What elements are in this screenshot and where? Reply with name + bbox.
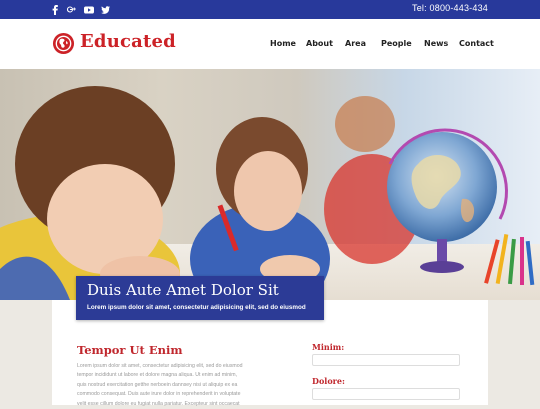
body-paragraph: Lorem ipsum dolor sit amet, consectetur … bbox=[77, 362, 277, 409]
nav-area[interactable]: Area bbox=[345, 39, 366, 48]
site-header: Educated Home About Area People News Con… bbox=[0, 19, 540, 69]
globe-logo-icon[interactable] bbox=[52, 32, 75, 55]
hero-image bbox=[0, 69, 540, 300]
site-logo-text[interactable]: Educated bbox=[80, 31, 176, 52]
dolore-input[interactable] bbox=[312, 388, 460, 400]
nav-about[interactable]: About bbox=[306, 39, 333, 48]
body-line: velit esse cillum dolore eu fugiat nulla… bbox=[77, 400, 240, 407]
nav-people[interactable]: People bbox=[381, 39, 412, 48]
body-line: commodo consequat. Duis aute irure dolor… bbox=[77, 391, 241, 398]
facebook-icon[interactable] bbox=[52, 4, 58, 15]
twitter-icon[interactable] bbox=[101, 4, 110, 15]
body-line: tempor incididunt ut labore et dolore ma… bbox=[77, 372, 238, 379]
top-bar: Tel: 0800-443-434 bbox=[0, 0, 540, 19]
nav-contact[interactable]: Contact bbox=[459, 39, 494, 48]
section-title: Tempor Ut Enim bbox=[77, 343, 183, 357]
minim-input[interactable] bbox=[312, 354, 460, 366]
hero-caption-title: Duis Aute Amet Dolor Sit bbox=[87, 281, 279, 299]
hero-caption-subtitle: Lorem ipsum dolor sit amet, consectetur … bbox=[87, 304, 306, 311]
body-line: Lorem ipsum dolor sit amet, consectetur … bbox=[77, 363, 243, 369]
hero-illustration bbox=[0, 86, 540, 300]
youtube-icon[interactable] bbox=[84, 4, 94, 15]
hero-caption-box: Duis Aute Amet Dolor Sit Lorem ipsum dol… bbox=[76, 276, 324, 320]
body-line: quis nostrud exercitation getthe nerboei… bbox=[77, 381, 238, 388]
minim-label: Minim: bbox=[312, 342, 345, 352]
dolore-label: Dolore: bbox=[312, 376, 345, 386]
google-plus-icon[interactable] bbox=[67, 4, 76, 15]
nav-news[interactable]: News bbox=[424, 39, 448, 48]
phone-number: Tel: 0800-443-434 bbox=[412, 3, 488, 13]
nav-home[interactable]: Home bbox=[270, 39, 296, 48]
